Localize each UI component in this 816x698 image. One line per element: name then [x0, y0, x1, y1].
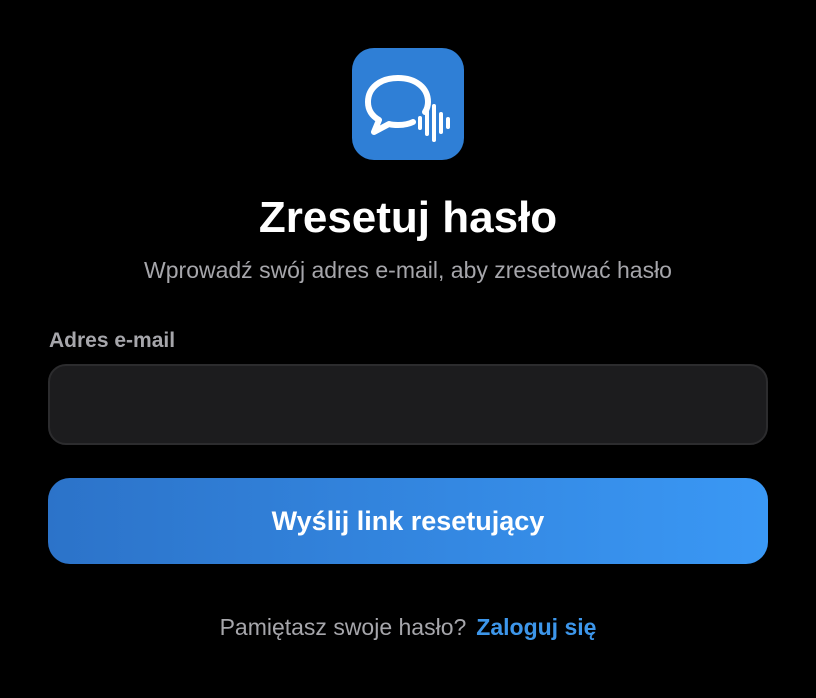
login-prompt: Pamiętasz swoje hasło? Zaloguj się [0, 612, 816, 642]
email-label: Adres e-mail [49, 329, 176, 352]
chat-bubble-soundwave-icon [365, 75, 450, 142]
remember-password-text: Pamiętasz swoje hasło? [219, 614, 467, 640]
page-title: Zresetuj hasło [258, 193, 558, 242]
app-logo-icon [352, 48, 464, 160]
page-subtitle: Wprowadź swój adres e-mail, aby zresetow… [144, 257, 672, 283]
login-link[interactable]: Zaloguj się [476, 614, 596, 640]
send-reset-link-button[interactable]: Wyślij link resetujący [48, 478, 768, 564]
email-field[interactable] [48, 364, 768, 445]
